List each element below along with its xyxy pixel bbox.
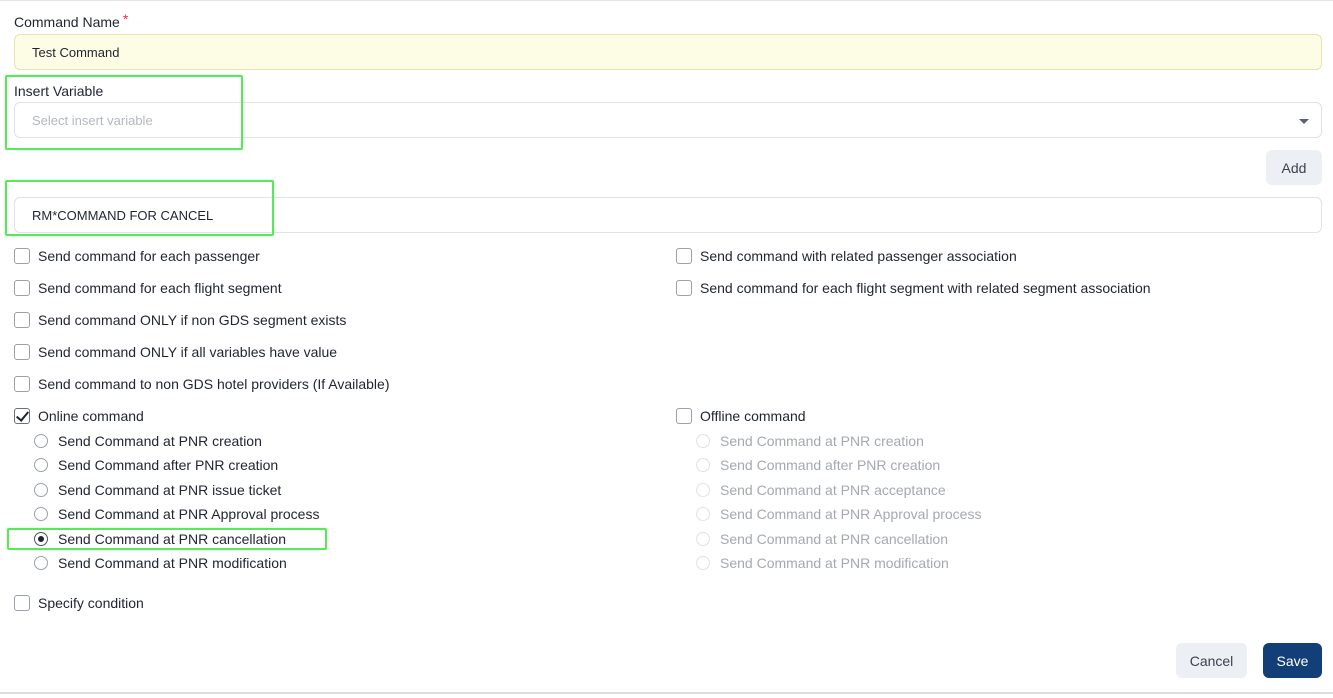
offline-radio-cancellation: Send Command at PNR cancellation [696, 531, 948, 547]
radio-label: Send Command at PNR issue ticket [58, 482, 282, 498]
radio-label: Send Command at PNR Approval process [58, 506, 320, 522]
radio-button-disabled [696, 434, 710, 448]
offline-radio-approval-process: Send Command at PNR Approval process [696, 506, 981, 522]
specify-condition-label: Specify condition [38, 595, 144, 611]
checkbox[interactable] [14, 344, 30, 360]
radio-button-selected[interactable] [34, 532, 48, 546]
radio-label: Send Command at PNR creation [58, 433, 262, 449]
command-text-input[interactable]: RM*COMMAND FOR CANCEL [14, 197, 1322, 233]
radio-label: Send Command at PNR modification [58, 555, 287, 571]
option-label: Send command for each flight segment [38, 280, 282, 296]
radio-button-disabled [696, 483, 710, 497]
save-button[interactable]: Save [1263, 643, 1322, 678]
chevron-down-icon [1299, 119, 1309, 124]
checkbox[interactable] [14, 280, 30, 296]
radio-label: Send Command at PNR acceptance [720, 482, 946, 498]
checkbox[interactable] [14, 595, 30, 611]
option-each-passenger[interactable]: Send command for each passenger [14, 248, 260, 264]
radio-button[interactable] [34, 483, 48, 497]
checkbox[interactable] [14, 248, 30, 264]
option-label: Send command ONLY if all variables have … [38, 344, 338, 360]
online-command-label: Online command [38, 408, 144, 424]
checkbox[interactable] [14, 376, 30, 392]
option-label: Send command for each passenger [38, 248, 260, 264]
offline-radio-pnr-creation: Send Command at PNR creation [696, 433, 924, 449]
offline-radio-modification: Send Command at PNR modification [696, 555, 949, 571]
radio-label: Send Command at PNR cancellation [720, 531, 949, 547]
radio-label: Send Command after PNR creation [58, 457, 279, 473]
option-non-gds-segment[interactable]: Send command ONLY if non GDS segment exi… [14, 312, 346, 328]
radio-label: Send Command at PNR cancellation [58, 531, 287, 547]
option-non-gds-hotel[interactable]: Send command to non GDS hotel providers … [14, 376, 389, 392]
online-radio-approval-process[interactable]: Send Command at PNR Approval process [34, 506, 319, 522]
radio-label: Send Command at PNR modification [720, 555, 949, 571]
specify-condition-option[interactable]: Specify condition [14, 595, 144, 611]
radio-label: Send Command after PNR creation [720, 457, 941, 473]
radio-button[interactable] [34, 556, 48, 570]
add-button-label: Add [1281, 159, 1307, 176]
radio-button-disabled [696, 507, 710, 521]
insert-variable-label: Insert Variable [14, 83, 104, 99]
add-button[interactable]: Add [1266, 150, 1322, 185]
option-label: Send command ONLY if non GDS segment exi… [38, 312, 347, 328]
required-asterisk: * [122, 11, 129, 27]
radio-label: Send Command at PNR creation [720, 433, 924, 449]
offline-command-option[interactable]: Offline command [676, 408, 806, 424]
option-passenger-association[interactable]: Send command with related passenger asso… [676, 248, 1017, 264]
command-text-value: RM*COMMAND FOR CANCEL [32, 207, 214, 223]
checkbox[interactable] [676, 280, 692, 296]
offline-command-label: Offline command [700, 408, 806, 424]
online-radio-issue-ticket[interactable]: Send Command at PNR issue ticket [34, 482, 281, 498]
radio-button-disabled [696, 458, 710, 472]
option-all-variables-value[interactable]: Send command ONLY if all variables have … [14, 344, 337, 360]
save-button-label: Save [1276, 652, 1309, 669]
checkbox[interactable] [14, 312, 30, 328]
radio-label: Send Command at PNR Approval process [720, 506, 982, 522]
insert-variable-select[interactable]: Select insert variable [14, 102, 1322, 138]
online-radio-pnr-creation[interactable]: Send Command at PNR creation [34, 433, 262, 449]
online-radio-cancellation[interactable]: Send Command at PNR cancellation [34, 531, 286, 547]
top-divider [0, 0, 1333, 1]
command-name-input[interactable]: Test Command [14, 34, 1322, 70]
radio-button[interactable] [34, 458, 48, 472]
offline-radio-after-pnr-creation: Send Command after PNR creation [696, 457, 940, 473]
checkbox[interactable] [676, 408, 692, 424]
cancel-button-label: Cancel [1189, 652, 1234, 669]
radio-button[interactable] [34, 507, 48, 521]
cancel-button[interactable]: Cancel [1176, 643, 1247, 678]
online-radio-modification[interactable]: Send Command at PNR modification [34, 555, 287, 571]
option-label: Send command with related passenger asso… [700, 248, 1017, 264]
radio-button-disabled [696, 532, 710, 546]
radio-button[interactable] [34, 434, 48, 448]
command-name-value: Test Command [32, 44, 120, 60]
online-command-option[interactable]: Online command [14, 408, 144, 424]
option-each-flight-segment[interactable]: Send command for each flight segment [14, 280, 282, 296]
option-segment-association[interactable]: Send command for each flight segment wit… [676, 280, 1151, 296]
option-label: Send command to non GDS hotel providers … [38, 376, 390, 392]
radio-button-disabled [696, 556, 710, 570]
command-name-label-text: Command Name [14, 14, 120, 30]
command-name-label: Command Name * [14, 11, 129, 30]
checkbox-checked[interactable] [14, 408, 30, 424]
offline-radio-acceptance: Send Command at PNR acceptance [696, 482, 946, 498]
checkbox[interactable] [676, 248, 692, 264]
online-radio-after-pnr-creation[interactable]: Send Command after PNR creation [34, 457, 278, 473]
option-label: Send command for each flight segment wit… [700, 280, 1151, 296]
bottom-divider [0, 692, 1333, 694]
insert-variable-placeholder: Select insert variable [32, 112, 153, 128]
